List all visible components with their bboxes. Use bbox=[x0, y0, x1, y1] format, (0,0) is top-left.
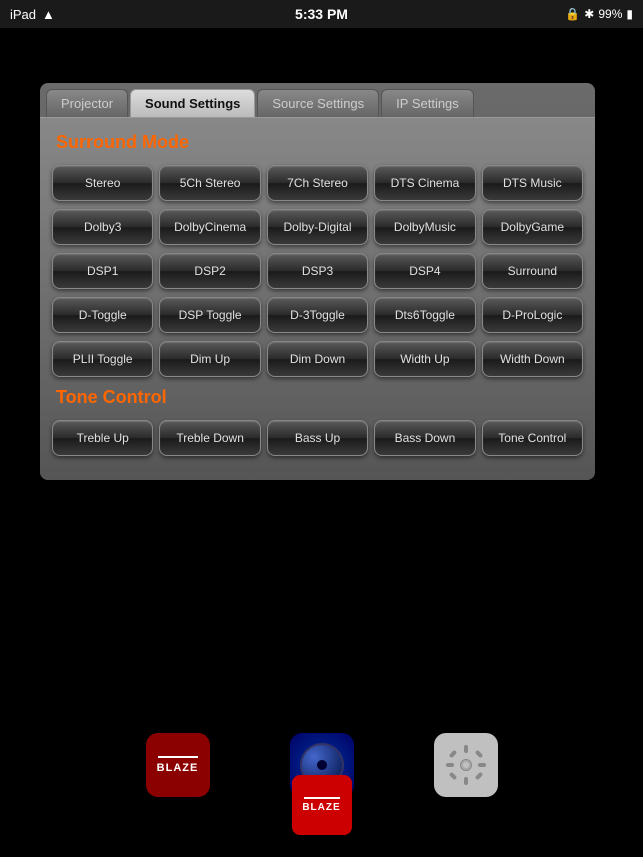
btn-dts-music[interactable]: DTS Music bbox=[482, 165, 583, 201]
btn-dsp2[interactable]: DSP2 bbox=[159, 253, 260, 289]
status-left: iPad ▲ bbox=[10, 7, 55, 22]
status-right: 🔒 ✱ 99% ▮ bbox=[565, 7, 633, 21]
blaze-line bbox=[158, 756, 198, 758]
surround-row-3: DSP1 DSP2 DSP3 DSP4 Surround bbox=[52, 253, 583, 289]
btn-dolby3[interactable]: Dolby3 bbox=[52, 209, 153, 245]
btn-treble-down[interactable]: Treble Down bbox=[159, 420, 260, 456]
blaze-text: BLAZE bbox=[157, 762, 199, 774]
tab-sound-settings[interactable]: Sound Settings bbox=[130, 89, 255, 117]
btn-bass-down[interactable]: Bass Down bbox=[374, 420, 475, 456]
surround-mode-title: Surround Mode bbox=[52, 132, 583, 153]
tabs-row: Projector Sound Settings Source Settings… bbox=[40, 83, 595, 117]
battery-icon: ▮ bbox=[626, 7, 633, 21]
status-bar: iPad ▲ 5:33 PM 🔒 ✱ 99% ▮ bbox=[0, 0, 643, 28]
btn-dim-down[interactable]: Dim Down bbox=[267, 341, 368, 377]
bottom-blaze-line bbox=[304, 797, 340, 799]
btn-d-toggle[interactable]: D-Toggle bbox=[52, 297, 153, 333]
btn-plii-toggle[interactable]: PLII Toggle bbox=[52, 341, 153, 377]
btn-surround[interactable]: Surround bbox=[482, 253, 583, 289]
btn-dolby-cinema[interactable]: DolbyCinema bbox=[159, 209, 260, 245]
btn-d3-toggle[interactable]: D-3Toggle bbox=[267, 297, 368, 333]
surround-row-5: PLII Toggle Dim Up Dim Down Width Up Wid… bbox=[52, 341, 583, 377]
surround-row-1: Stereo 5Ch Stereo 7Ch Stereo DTS Cinema … bbox=[52, 165, 583, 201]
btn-dsp1[interactable]: DSP1 bbox=[52, 253, 153, 289]
status-time: 5:33 PM bbox=[295, 6, 348, 22]
bluetooth-icon: ✱ bbox=[584, 7, 594, 21]
battery-label: 99% bbox=[598, 7, 622, 21]
lock-icon: 🔒 bbox=[565, 7, 580, 21]
btn-dolby-game[interactable]: DolbyGame bbox=[482, 209, 583, 245]
dock-icon-settings[interactable] bbox=[434, 733, 498, 797]
btn-treble-up[interactable]: Treble Up bbox=[52, 420, 153, 456]
btn-stereo[interactable]: Stereo bbox=[52, 165, 153, 201]
btn-dts6-toggle[interactable]: Dts6Toggle bbox=[374, 297, 475, 333]
tone-row-1: Treble Up Treble Down Bass Up Bass Down … bbox=[52, 420, 583, 456]
device-label: iPad bbox=[10, 7, 36, 22]
wifi-icon: ▲ bbox=[42, 7, 55, 22]
btn-width-up[interactable]: Width Up bbox=[374, 341, 475, 377]
tone-control-title: Tone Control bbox=[52, 387, 583, 408]
dock-icon-blaze[interactable]: BLAZE bbox=[146, 733, 210, 797]
tab-panel: Projector Sound Settings Source Settings… bbox=[40, 83, 595, 480]
btn-dolby-music[interactable]: DolbyMusic bbox=[374, 209, 475, 245]
surround-row-2: Dolby3 DolbyCinema Dolby-Digital DolbyMu… bbox=[52, 209, 583, 245]
gear-icon bbox=[444, 743, 488, 787]
btn-d-prologic[interactable]: D-ProLogic bbox=[482, 297, 583, 333]
bottom-blaze-text: BLAZE bbox=[302, 802, 340, 813]
btn-width-down[interactable]: Width Down bbox=[482, 341, 583, 377]
btn-dsp4[interactable]: DSP4 bbox=[374, 253, 475, 289]
btn-5ch-stereo[interactable]: 5Ch Stereo bbox=[159, 165, 260, 201]
btn-dsp-toggle[interactable]: DSP Toggle bbox=[159, 297, 260, 333]
tab-ip-settings[interactable]: IP Settings bbox=[381, 89, 474, 117]
btn-dsp3[interactable]: DSP3 bbox=[267, 253, 368, 289]
surround-row-4: D-Toggle DSP Toggle D-3Toggle Dts6Toggle… bbox=[52, 297, 583, 333]
tab-content: Surround Mode Stereo 5Ch Stereo 7Ch Ster… bbox=[40, 117, 595, 480]
btn-7ch-stereo[interactable]: 7Ch Stereo bbox=[267, 165, 368, 201]
btn-dolby-digital[interactable]: Dolby-Digital bbox=[267, 209, 368, 245]
bottom-blaze-icon[interactable]: BLAZE bbox=[292, 775, 352, 835]
tab-projector[interactable]: Projector bbox=[46, 89, 128, 117]
btn-bass-up[interactable]: Bass Up bbox=[267, 420, 368, 456]
btn-dim-up[interactable]: Dim Up bbox=[159, 341, 260, 377]
btn-dts-cinema[interactable]: DTS Cinema bbox=[374, 165, 475, 201]
tab-source-settings[interactable]: Source Settings bbox=[257, 89, 379, 117]
btn-tone-control[interactable]: Tone Control bbox=[482, 420, 583, 456]
main-content: Projector Sound Settings Source Settings… bbox=[0, 28, 643, 857]
